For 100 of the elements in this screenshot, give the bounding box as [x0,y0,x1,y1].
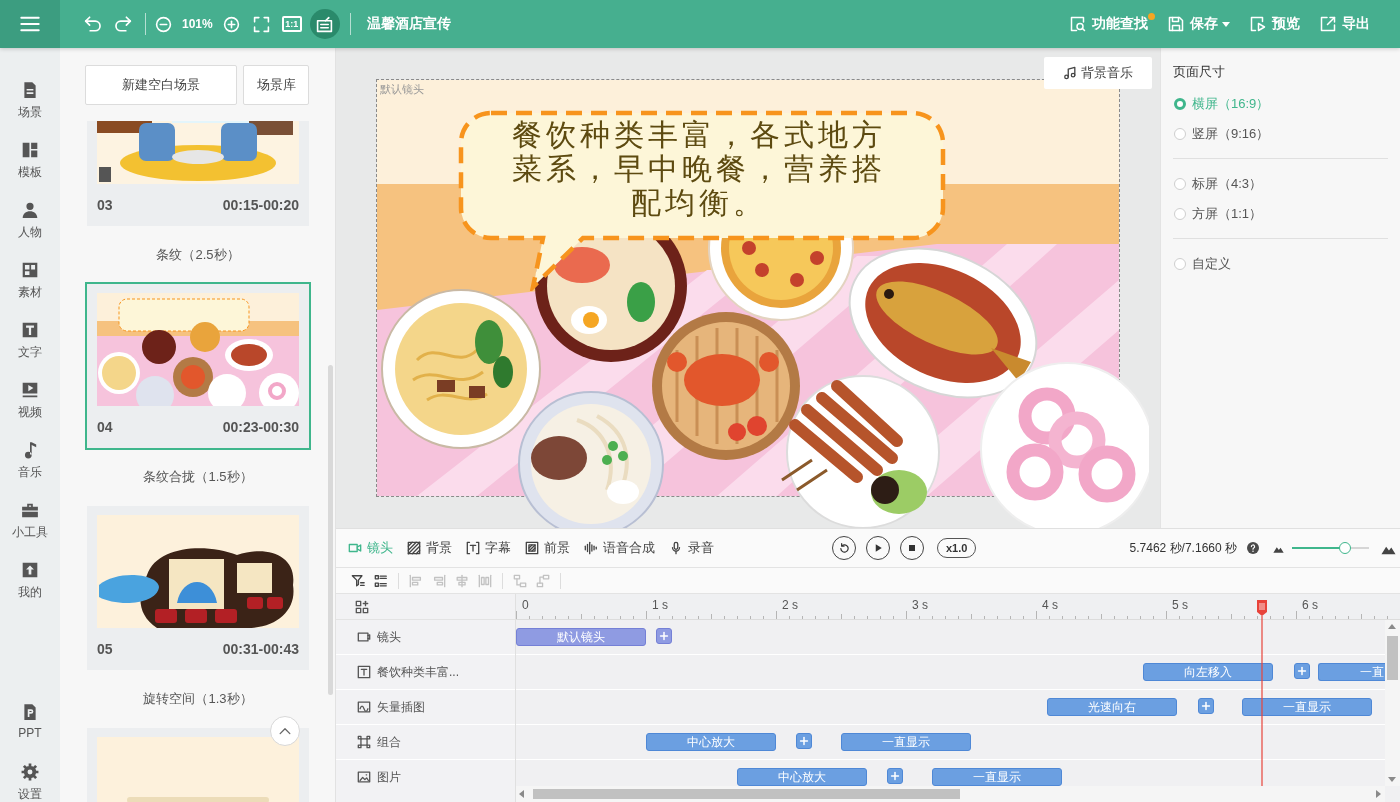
radio-button[interactable] [1174,178,1186,190]
track-name[interactable]: 组合 [377,733,401,751]
ruler-label: 2 s [782,598,798,612]
stop-icon [906,542,918,554]
layer-list-icon [374,573,388,588]
add-clip-button[interactable] [656,628,672,644]
add-clip-button[interactable] [1198,698,1214,714]
nav-item[interactable]: 文字 [0,300,60,360]
nav-item[interactable]: PPT [0,682,60,742]
radio-button[interactable] [1174,208,1186,220]
filter-button[interactable] [351,573,365,588]
upload-box-icon [21,561,39,579]
add-track-button[interactable] [355,599,369,614]
play-frame-icon [1250,16,1266,32]
track-name[interactable]: 矢量插图 [377,698,425,716]
scene-card[interactable] [85,726,311,802]
track-name[interactable]: 餐饮种类丰富... [377,663,459,681]
scrollbar-thumb[interactable] [328,365,333,695]
undo-icon [84,15,102,33]
radio-button[interactable] [1174,128,1186,140]
scene-time: 00:15-00:20 [222,197,299,213]
playback-time: 5.7462 秒/7.1660 秒 [1129,539,1237,557]
plus-icon [799,736,809,746]
slider-thumb[interactable] [1339,542,1352,554]
align-center-icon [455,573,469,588]
scroll-down-arrow-icon[interactable] [1388,777,1396,782]
radio-option[interactable]: 自定义 [1173,249,1388,279]
nav-item[interactable]: 场景 [0,60,60,120]
scrollbar-thumb[interactable] [1387,636,1398,680]
nav-item[interactable]: 音乐 [0,420,60,480]
nav-item[interactable]: 模板 [0,120,60,180]
framed-hatch-icon [525,541,539,555]
scroll-to-top-button[interactable] [270,716,300,746]
nav-item[interactable]: 人物 [0,180,60,240]
replay-icon [837,541,851,555]
add-clip-button[interactable] [1294,663,1310,679]
zoom-slider[interactable] [1292,542,1369,554]
playhead[interactable] [1256,600,1268,786]
scene-card[interactable]: 03 00:15-00:20 [85,121,311,228]
nav-item[interactable]: 素材 [0,240,60,300]
horizontal-scrollbar[interactable] [516,786,1385,802]
zoom-in-icon [223,15,241,33]
scene-number: 03 [97,197,113,213]
hatched-square-icon [407,541,421,555]
add-clip-button[interactable] [796,733,812,749]
scroll-up-arrow-icon[interactable] [1388,624,1396,629]
timeline-tab[interactable]: 背景 [407,539,452,557]
document-title: 温馨酒店宣传 [366,15,451,33]
scene-card[interactable]: 04 00:23-00:30 [85,282,311,450]
add-clip-button[interactable] [887,768,903,784]
speech-bubble[interactable] [457,109,947,291]
transition-label[interactable]: 旋转空间（1.3秒） [85,672,311,726]
scroll-right-arrow-icon[interactable] [1376,790,1381,798]
ruler-label: 5 s [1172,598,1188,612]
layers-button[interactable] [374,573,388,588]
background-music-button[interactable]: 背景音乐 [1044,57,1152,89]
redo-icon [114,15,132,33]
scroll-left-arrow-icon[interactable] [519,790,524,798]
stack-up-icon [536,573,550,588]
track-name[interactable]: 镜头 [377,628,401,646]
scene-card[interactable]: 05 00:31-00:43 [85,504,311,672]
radio-button[interactable] [1174,98,1186,110]
nav-item[interactable]: 我的 [0,540,60,600]
plus-icon [1201,701,1211,711]
timeline-tab[interactable]: 录音 [669,539,714,557]
redo-button[interactable] [112,13,134,35]
track-name[interactable]: 图片 [377,768,401,786]
document-icon [21,81,39,99]
undo-button[interactable] [82,13,104,35]
radio-button[interactable] [1174,258,1186,270]
radio-option[interactable]: 方屏（1:1） [1173,199,1388,229]
tv-icon [316,15,334,33]
section-title: 页面尺寸 [1173,63,1226,81]
radio-option[interactable]: 竖屏（9:16） [1173,119,1388,149]
menu-button[interactable] [0,0,60,48]
nav-item[interactable]: 小工具 [0,480,60,540]
transition-label[interactable]: 条纹合拢（1.5秒） [85,450,311,504]
timeline-tab[interactable]: 前景 [525,539,570,557]
timeline-tab[interactable]: 字幕 [466,539,511,557]
vertical-scrollbar[interactable] [1385,620,1400,786]
transition-label[interactable]: 条纹（2.5秒） [85,228,311,282]
text-box-icon [357,665,371,679]
help-icon[interactable] [1247,542,1259,554]
zoom-out-icon [154,15,172,33]
tv-view-button[interactable] [309,9,340,39]
scrollbar-thumb[interactable] [533,789,960,799]
export-icon [1320,16,1336,32]
add-grid-icon [355,599,369,614]
new-blank-scene-button[interactable]: 新建空白场景 [85,65,237,105]
ruler-label: 0 [522,598,529,612]
timeline-tab[interactable]: 语音合成 [584,539,655,557]
nav-item[interactable]: 设置 [0,742,60,802]
video-camera-icon [348,541,362,555]
save-icon [1168,16,1184,32]
music-note-icon [1063,66,1077,80]
nav-item[interactable]: 视频 [0,360,60,420]
radio-option[interactable]: 标屏（4:3） [1173,169,1388,199]
scene-library-button[interactable]: 场景库 [243,65,309,105]
plus-icon [1297,666,1307,676]
video-screen-icon [21,381,39,399]
